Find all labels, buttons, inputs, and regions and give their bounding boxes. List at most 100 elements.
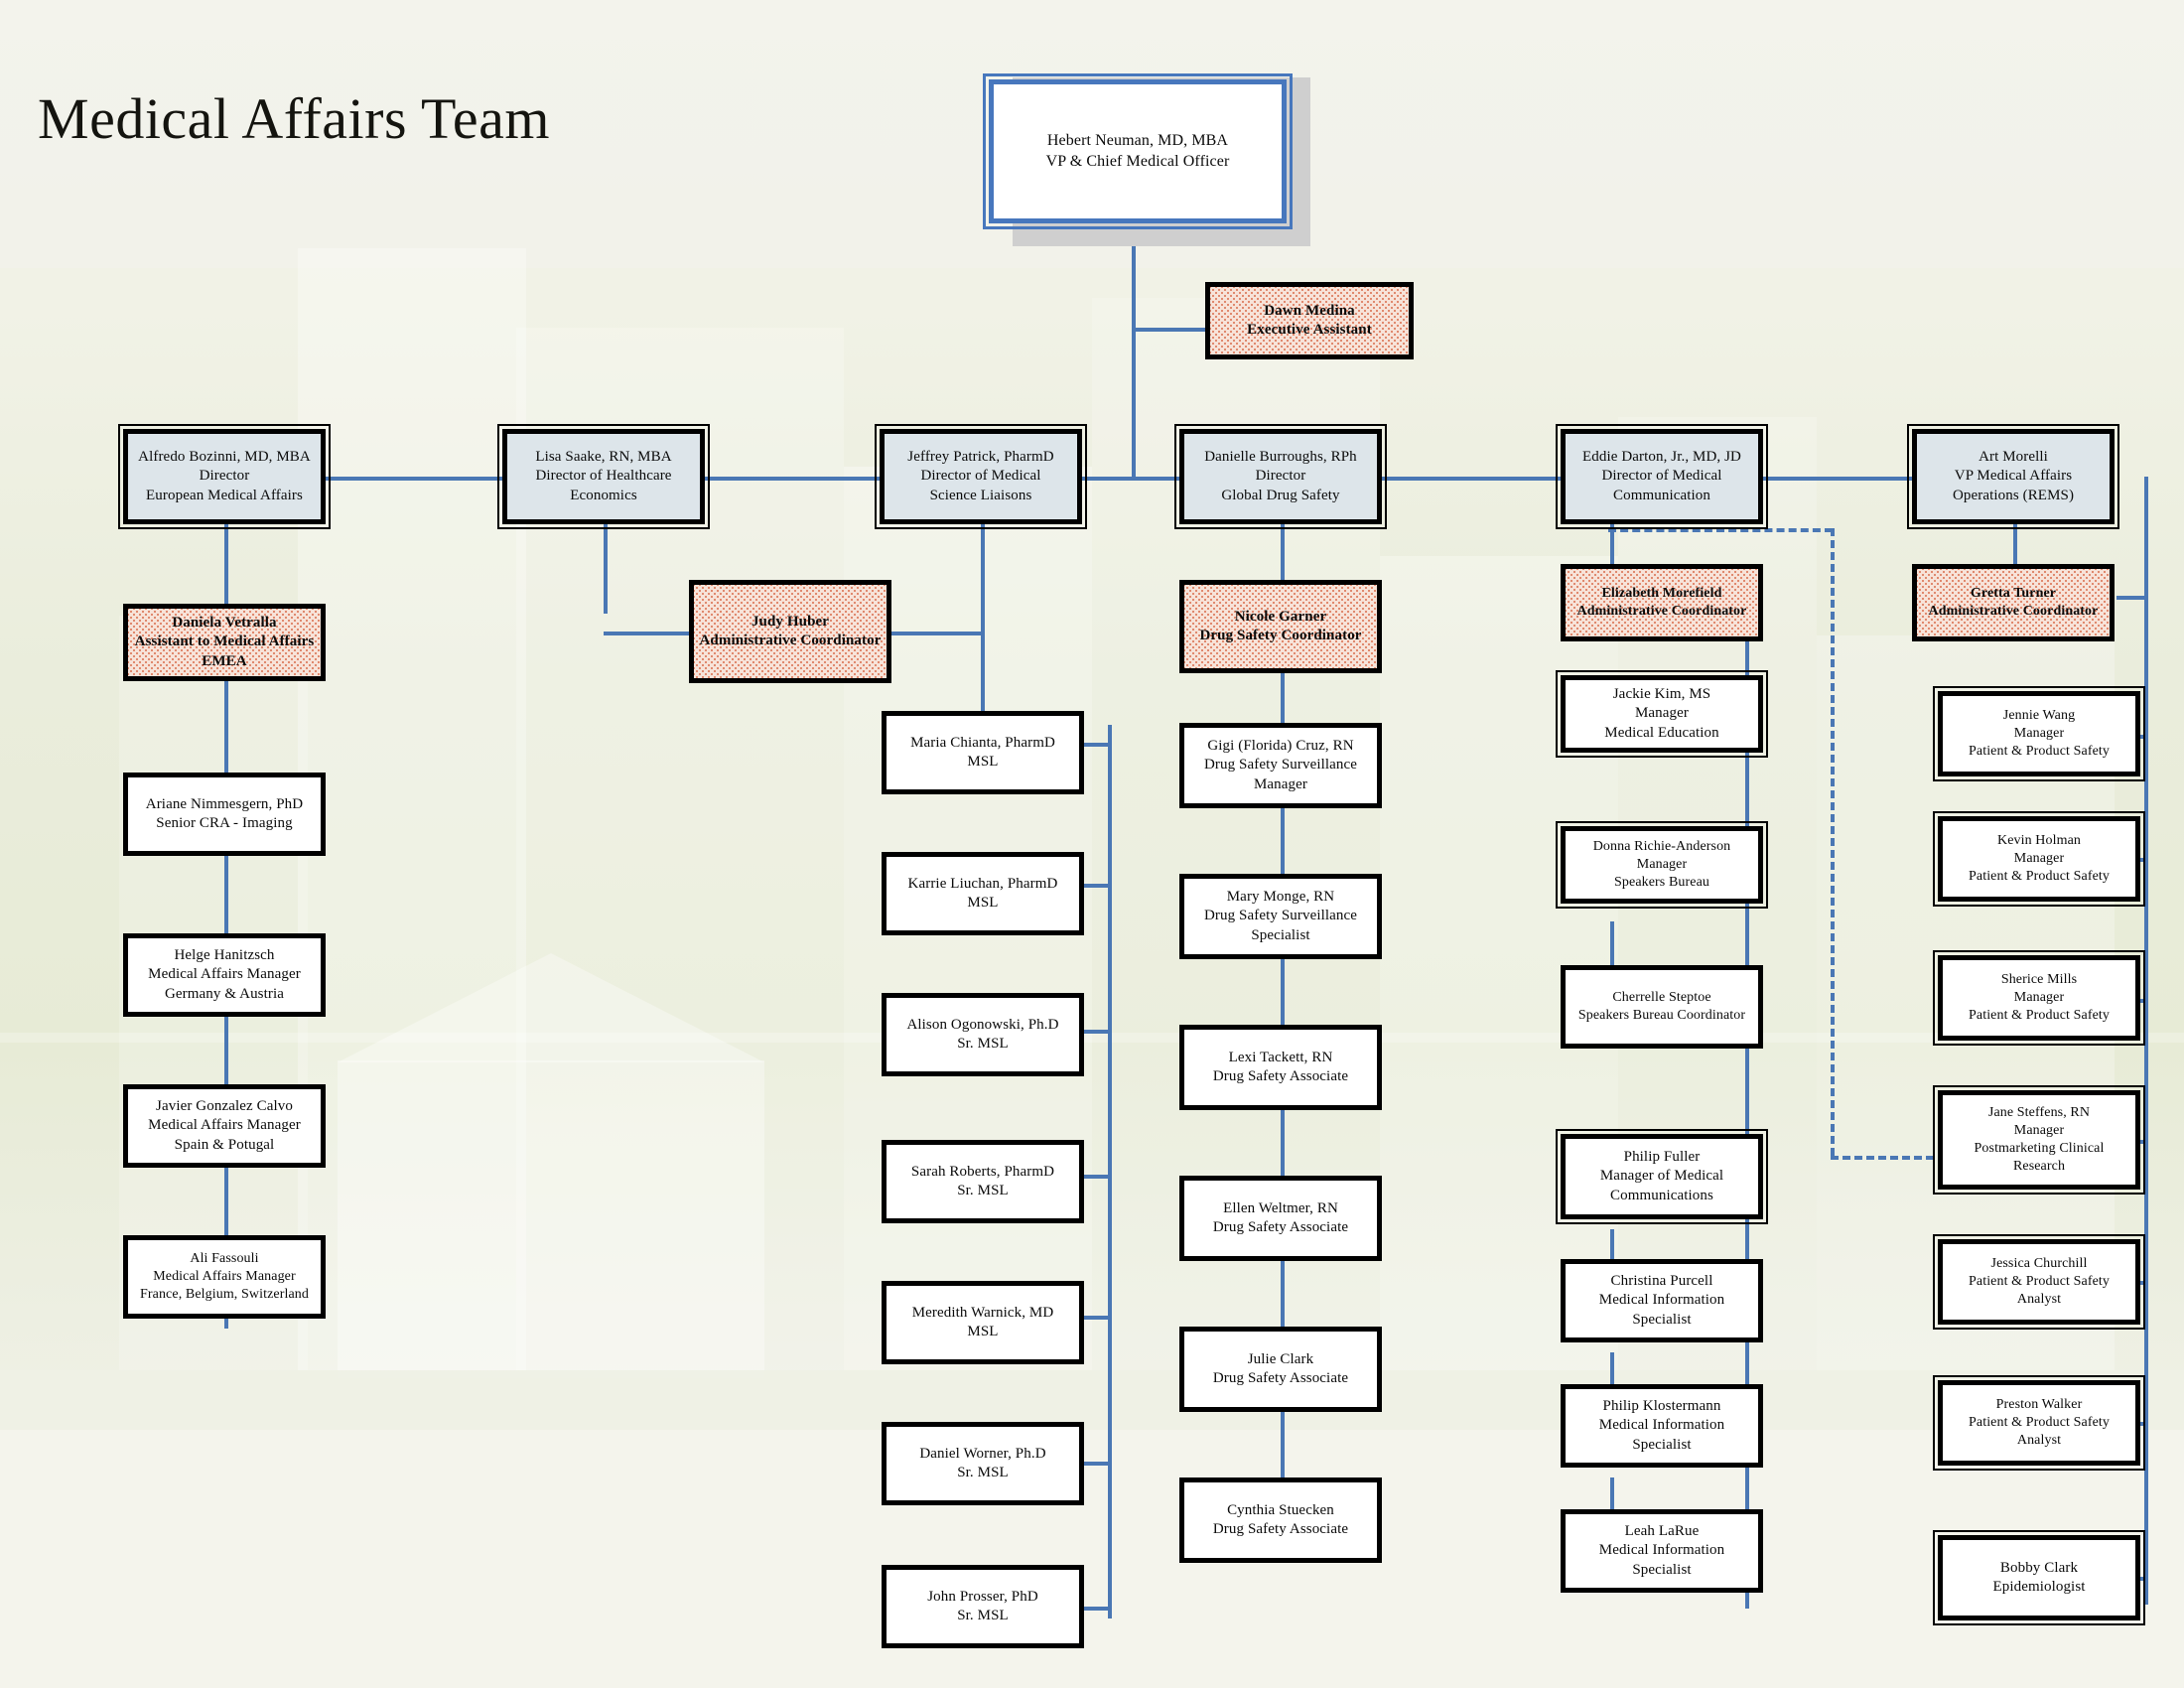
dashed-connector-vertical xyxy=(1831,528,1835,1156)
node-staff-leah-larue[interactable]: Leah LaRue Medical Information Specialis… xyxy=(1561,1509,1763,1593)
node-assistant-nicole-garner[interactable]: Nicole Garner Drug Safety Coordinator xyxy=(1179,580,1382,673)
director-role-line2: Science Liaisons xyxy=(929,487,1032,503)
node-assistant-elizabeth-morefield[interactable]: Elizabeth Morefield Administrative Coord… xyxy=(1561,564,1763,641)
staff-role-line2: Medical Education xyxy=(1604,724,1719,741)
staff-name: Gigi (Florida) Cruz, RN xyxy=(1207,737,1354,754)
assistant-role-line1: Drug Safety Coordinator xyxy=(1199,628,1362,643)
node-staff-daniel-worner[interactable]: Daniel Worner, Ph.D Sr. MSL xyxy=(882,1422,1084,1505)
node-director-healthcare-economics[interactable]: Lisa Saake, RN, MBA Director of Healthca… xyxy=(497,424,710,529)
node-staff-helge-hanitzsch[interactable]: Helge Hanitzsch Medical Affairs Manager … xyxy=(123,933,326,1017)
node-staff-karrie-liuchan[interactable]: Karrie Liuchan, PharmD MSL xyxy=(882,852,1084,935)
staff-role-line1: Sr. MSL xyxy=(957,1465,1009,1480)
connector-msl-5 xyxy=(1084,1316,1112,1320)
node-manager-donna-richie-anderson[interactable]: Donna Richie-Anderson Manager Speakers B… xyxy=(1556,821,1768,909)
executive-name: Hebert Neuman, MD, MBA xyxy=(1046,131,1229,149)
director-role-line1: VP Medical Affairs xyxy=(1954,468,2073,485)
assistant-name: Gretta Turner xyxy=(1970,585,2057,601)
staff-role-line1: Sr. MSL xyxy=(957,1183,1009,1198)
node-staff-cherrelle-steptoe[interactable]: Cherrelle Steptoe Speakers Bureau Coordi… xyxy=(1561,965,1763,1049)
node-staff-ali-fassouli[interactable]: Ali Fassouli Medical Affairs Manager Fra… xyxy=(123,1235,326,1319)
node-manager-sherice-mills[interactable]: Sherice Mills Manager Patient & Product … xyxy=(1933,950,2145,1046)
director-name: Alfredo Bozinni, MD, MBA xyxy=(138,448,311,465)
node-manager-kevin-holman[interactable]: Kevin Holman Manager Patient & Product S… xyxy=(1933,811,2145,907)
assistant-name: Judy Huber xyxy=(751,613,830,630)
staff-role-line1: MSL xyxy=(967,1324,999,1339)
node-staff-ellen-weltmer[interactable]: Ellen Weltmer, RN Drug Safety Associate xyxy=(1179,1176,1382,1261)
node-staff-mary-monge[interactable]: Mary Monge, RN Drug Safety Surveillance … xyxy=(1179,874,1382,959)
staff-name: Bobby Clark xyxy=(1999,1559,2079,1576)
staff-role-line2: Germany & Austria xyxy=(164,985,284,1002)
connector-msl-7 xyxy=(1084,1607,1112,1611)
staff-role-line1: Medical Information xyxy=(1598,1292,1725,1309)
node-staff-julie-clark[interactable]: Julie Clark Drug Safety Associate xyxy=(1179,1327,1382,1412)
staff-name: Christina Purcell xyxy=(1610,1272,1713,1289)
node-staff-cynthia-stuecken[interactable]: Cynthia Stuecken Drug Safety Associate xyxy=(1179,1477,1382,1563)
node-staff-jessica-churchill[interactable]: Jessica Churchill Patient & Product Safe… xyxy=(1933,1234,2145,1330)
staff-name: Jessica Churchill xyxy=(1990,1255,2088,1271)
staff-role-line2: Specialist xyxy=(1632,1311,1692,1328)
node-staff-john-prosser[interactable]: John Prosser, PhD Sr. MSL xyxy=(882,1565,1084,1648)
node-staff-christina-purcell[interactable]: Christina Purcell Medical Information Sp… xyxy=(1561,1259,1763,1342)
assistant-role-line1: Administrative Coordinator xyxy=(1928,604,2099,619)
assistant-name: Elizabeth Morefield xyxy=(1601,585,1722,601)
node-manager-philip-fuller[interactable]: Philip Fuller Manager of Medical Communi… xyxy=(1556,1129,1768,1224)
node-staff-maria-chianta[interactable]: Maria Chianta, PharmD MSL xyxy=(882,711,1084,794)
staff-role-line2: Spain & Potugal xyxy=(174,1136,275,1153)
node-director-medical-science-liaisons[interactable]: Jeffrey Patrick, PharmD Director of Medi… xyxy=(875,424,1087,529)
director-name: Art Morelli xyxy=(1979,448,2048,465)
director-name: Jeffrey Patrick, PharmD xyxy=(907,448,1054,465)
node-director-european-medical-affairs[interactable]: Alfredo Bozinni, MD, MBA Director Europe… xyxy=(118,424,331,529)
staff-role-line2: Manager xyxy=(1253,775,1307,792)
staff-name: Ali Fassouli xyxy=(190,1250,259,1266)
director-role-line1: Director xyxy=(199,468,250,485)
assistant-name: Daniela Vetralla xyxy=(172,614,277,631)
node-staff-javier-gonzalez-calvo[interactable]: Javier Gonzalez Calvo Medical Affairs Ma… xyxy=(123,1084,326,1168)
executive-assistant-name: Dawn Medina xyxy=(1264,302,1355,319)
node-staff-preston-walker[interactable]: Preston Walker Patient & Product Safety … xyxy=(1933,1375,2145,1471)
staff-role-line1: Senior CRA - Imaging xyxy=(156,815,293,831)
connector-msl-3 xyxy=(1084,1030,1112,1034)
connector-judy-left xyxy=(604,632,689,635)
staff-name: Cherrelle Steptoe xyxy=(1612,989,1711,1005)
staff-role-line1: MSL xyxy=(967,895,999,911)
director-role-line2: Operations (REMS) xyxy=(1952,487,2075,503)
node-staff-alison-ogonowski[interactable]: Alison Ogonowski, Ph.D Sr. MSL xyxy=(882,993,1084,1076)
node-staff-ariane-nimmesgern[interactable]: Ariane Nimmesgern, PhD Senior CRA - Imag… xyxy=(123,773,326,856)
node-staff-philip-klostermann[interactable]: Philip Klostermann Medical Information S… xyxy=(1561,1384,1763,1468)
director-role-line2: European Medical Affairs xyxy=(146,487,303,503)
assistant-role-line1: Administrative Coordinator xyxy=(699,633,882,648)
assistant-name: Nicole Garner xyxy=(1234,608,1327,625)
staff-name: Julie Clark xyxy=(1247,1350,1314,1367)
node-director-medical-communication[interactable]: Eddie Darton, Jr., MD, JD Director of Me… xyxy=(1556,424,1768,529)
staff-role-line1: Drug Safety Associate xyxy=(1212,1521,1349,1537)
staff-role-line2: Patient & Product Safety xyxy=(1969,744,2110,760)
node-staff-lexi-tackett[interactable]: Lexi Tackett, RN Drug Safety Associate xyxy=(1179,1025,1382,1110)
staff-name: Lexi Tackett, RN xyxy=(1228,1049,1333,1065)
node-assistant-emea[interactable]: Daniela Vetralla Assistant to Medical Af… xyxy=(123,604,326,681)
node-staff-sarah-roberts[interactable]: Sarah Roberts, PharmD Sr. MSL xyxy=(882,1140,1084,1223)
staff-role-line2: Specialist xyxy=(1632,1436,1692,1453)
node-vp-medical-affairs-operations[interactable]: Art Morelli VP Medical Affairs Operation… xyxy=(1907,424,2119,529)
director-role-line2: Economics xyxy=(570,487,637,503)
node-staff-bobby-clark[interactable]: Bobby Clark Epidemiologist xyxy=(1933,1530,2145,1625)
node-executive-assistant[interactable]: Dawn Medina Executive Assistant xyxy=(1205,282,1414,359)
staff-role-line1: Drug Safety Surveillance xyxy=(1203,908,1358,924)
staff-role-line1: Manager xyxy=(2013,1122,2065,1138)
staff-role-line1: Medical Affairs Manager xyxy=(148,966,301,983)
node-assistant-gretta-turner[interactable]: Gretta Turner Administrative Coordinator xyxy=(1912,564,2115,641)
staff-role-line1: Patient & Product Safety xyxy=(1969,1273,2110,1289)
node-manager-jane-steffens[interactable]: Jane Steffens, RN Manager Postmarketing … xyxy=(1933,1085,2145,1195)
staff-role-line1: Medical Information xyxy=(1598,1417,1725,1434)
staff-name: Kevin Holman xyxy=(1996,832,2082,848)
node-director-global-drug-safety[interactable]: Danielle Burroughs, RPh Director Global … xyxy=(1174,424,1387,529)
connector-exec-assistant xyxy=(1132,328,1205,332)
staff-role-line2: Analyst xyxy=(2016,1433,2062,1449)
node-assistant-judy-huber[interactable]: Judy Huber Administrative Coordinator xyxy=(689,580,891,683)
node-manager-jackie-kim[interactable]: Jackie Kim, MS Manager Medical Education xyxy=(1556,670,1768,758)
director-name: Danielle Burroughs, RPh xyxy=(1204,448,1357,465)
node-staff-meredith-warnick[interactable]: Meredith Warnick, MD MSL xyxy=(882,1281,1084,1364)
node-manager-jennie-wang[interactable]: Jennie Wang Manager Patient & Product Sa… xyxy=(1933,686,2145,781)
node-staff-gigi-cruz[interactable]: Gigi (Florida) Cruz, RN Drug Safety Surv… xyxy=(1179,723,1382,808)
staff-role-line2: Analyst xyxy=(2016,1292,2062,1308)
node-executive[interactable]: Hebert Neuman, MD, MBA VP & Chief Medica… xyxy=(983,73,1293,229)
